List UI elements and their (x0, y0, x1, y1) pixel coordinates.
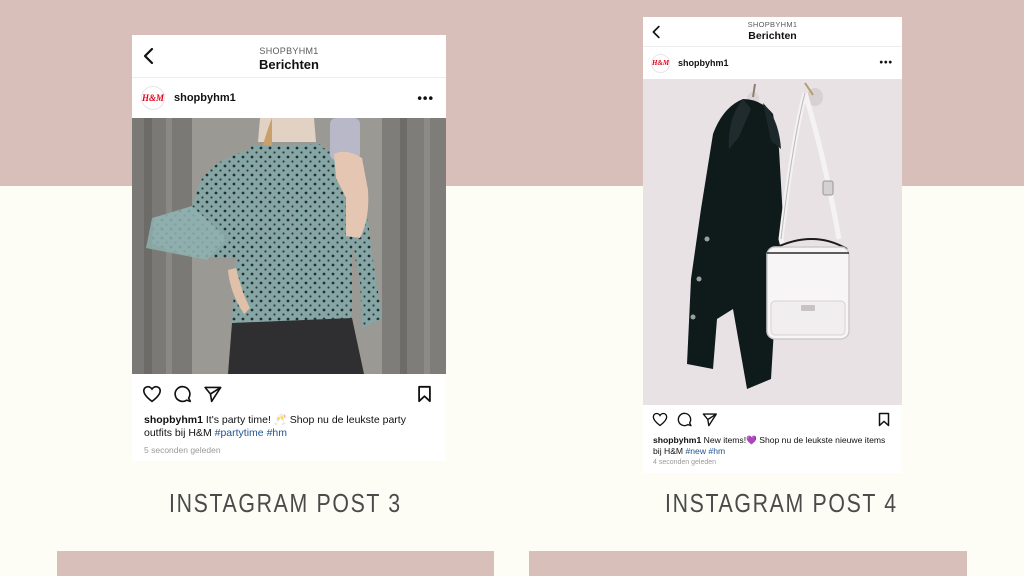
avatar[interactable]: H&M (651, 53, 670, 73)
chevron-left-icon[interactable] (142, 47, 156, 65)
header-username: SHOPBYHM1 (259, 46, 319, 56)
post-photo-coat-bag (643, 79, 902, 405)
comment-icon[interactable] (173, 385, 192, 403)
post-label-3: INSTAGRAM POST 3 (169, 488, 402, 518)
caption-username[interactable]: shopbyhm1 (653, 435, 701, 445)
bookmark-icon[interactable] (417, 385, 432, 403)
post-caption: shopbyhm1 It's party time! 🥂 Shop nu de … (132, 412, 446, 440)
hashtag-link[interactable]: #partytime (215, 427, 264, 439)
hashtag-link[interactable]: #hm (708, 446, 725, 456)
bookmark-icon[interactable] (878, 412, 890, 427)
avatar[interactable]: H&M (141, 86, 165, 110)
caption-username[interactable]: shopbyhm1 (144, 414, 203, 426)
post-caption: shopbyhm1 New items!💜 Shop nu de leukste… (643, 435, 902, 457)
send-icon[interactable] (702, 412, 717, 427)
post-header: SHOPBYHM1 Berichten (132, 35, 446, 78)
header-title: Berichten (259, 57, 319, 72)
instagram-post-card-4: SHOPBYHM1 Berichten H&M shopbyhm1 ••• sh… (643, 17, 902, 473)
header-title: Berichten (748, 30, 797, 42)
comment-icon[interactable] (677, 412, 692, 427)
post-photo-blouse (132, 118, 446, 374)
send-icon[interactable] (203, 385, 222, 403)
coat-and-handbag-image (643, 79, 902, 405)
chevron-left-icon[interactable] (651, 25, 662, 39)
post-header: SHOPBYHM1 Berichten (643, 17, 902, 47)
profile-name[interactable]: shopbyhm1 (678, 58, 729, 68)
heart-icon[interactable] (652, 412, 668, 427)
hashtag-link[interactable]: #hm (267, 427, 287, 439)
hashtag-link[interactable]: #new (685, 446, 706, 456)
instagram-post-card-3: SHOPBYHM1 Berichten H&M shopbyhm1 ••• sh… (132, 35, 446, 461)
post-actions-bar (643, 405, 902, 435)
bottom-color-band-right (529, 551, 967, 576)
header-username: SHOPBYHM1 (747, 20, 798, 29)
post-timestamp: 4 seconden geleden (653, 459, 717, 466)
more-options-icon[interactable]: ••• (879, 58, 893, 69)
post-timestamp: 5 seconden geleden (144, 445, 221, 455)
post-actions-bar (132, 374, 446, 412)
post-label-4: INSTAGRAM POST 4 (665, 488, 898, 518)
profile-name[interactable]: shopbyhm1 (174, 92, 236, 104)
more-options-icon[interactable]: ••• (417, 91, 434, 106)
bottom-color-band-left (57, 551, 494, 576)
woman-mirror-selfie-image (132, 118, 446, 374)
post-profile-row: H&M shopbyhm1 ••• (132, 78, 446, 118)
post-profile-row: H&M shopbyhm1 ••• (643, 47, 902, 79)
heart-icon[interactable] (142, 385, 162, 403)
